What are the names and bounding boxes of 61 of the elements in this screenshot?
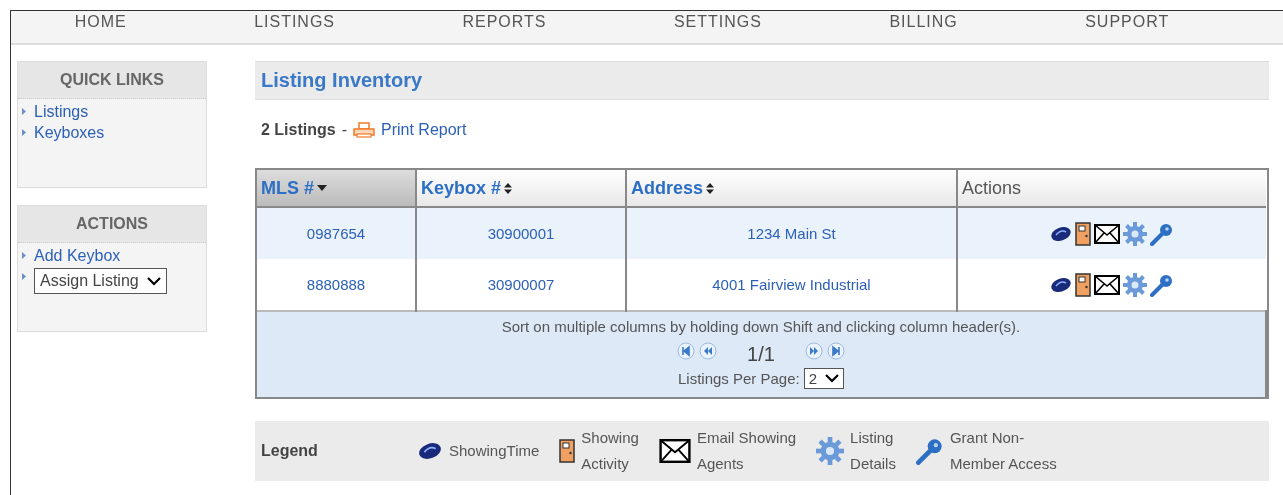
separator: - — [341, 121, 347, 139]
legend-label: Email Showing Agents — [696, 428, 797, 474]
per-page-label: Listings Per Page: — [677, 370, 800, 387]
sidebar-link[interactable]: Add Keybox — [34, 247, 121, 265]
legend-label: Listing Details — [850, 428, 896, 474]
cell-link[interactable]: 30900001 — [487, 225, 555, 242]
door-icon — [559, 439, 576, 463]
next-page-button[interactable] — [804, 341, 823, 360]
oval-logo-icon — [417, 442, 443, 460]
key-icon — [915, 437, 944, 465]
cell-link[interactable]: 8880888 — [306, 276, 366, 293]
print-report-link[interactable]: Print Report — [381, 121, 467, 139]
bullet-icon — [22, 252, 26, 259]
bullet-icon — [22, 129, 26, 136]
key-icon[interactable] — [1150, 221, 1174, 246]
nav-link[interactable]: SETTINGS — [673, 13, 762, 31]
envelope-icon[interactable] — [1094, 274, 1120, 295]
sort-desc-icon — [317, 185, 327, 191]
last-page-button[interactable] — [826, 341, 845, 360]
cell-link[interactable]: 4001 Fairview Industrial — [712, 276, 871, 293]
first-page-button[interactable] — [677, 341, 696, 360]
printer-icon — [353, 122, 375, 138]
page-indicator: 1/1 — [747, 343, 775, 366]
cell-link[interactable]: 1234 Main St — [747, 225, 836, 242]
sidebar-link[interactable]: Listings — [34, 103, 89, 121]
cell-link[interactable]: 30900007 — [487, 276, 555, 293]
nav-link[interactable]: HOME — [74, 13, 127, 31]
sort-icon — [706, 182, 715, 194]
sort-icon — [504, 182, 513, 194]
page-title: Listing Inventory — [255, 61, 1269, 100]
bullet-icon — [22, 108, 26, 115]
sidebar-heading: QUICK LINKS — [18, 62, 206, 99]
oval-logo-icon[interactable] — [1050, 225, 1072, 242]
previous-page-button[interactable] — [699, 341, 718, 360]
column-header[interactable]: Address — [631, 177, 704, 199]
listing-count: 2 Listings — [261, 121, 336, 139]
gear-icon — [816, 437, 845, 465]
action-dropdown[interactable]: Assign Listing — [34, 268, 167, 294]
nav-link[interactable]: BILLING — [889, 13, 958, 31]
sidebar-heading: ACTIONS — [18, 206, 206, 243]
nav-link[interactable]: LISTINGS — [254, 13, 336, 31]
legend-title: Legend — [261, 442, 319, 460]
chevron-down-icon — [146, 276, 161, 286]
legend-label: Showing Activity — [581, 428, 639, 474]
envelope-icon — [658, 439, 691, 463]
per-page-dropdown[interactable]: 2 — [803, 368, 845, 389]
cell-link[interactable]: 0987654 — [306, 225, 366, 242]
legend-label: ShowingTime — [449, 441, 540, 461]
column-header[interactable]: Actions — [962, 177, 1022, 199]
bullet-icon — [22, 273, 26, 280]
nav-link[interactable]: REPORTS — [462, 13, 547, 31]
door-icon[interactable] — [1075, 272, 1091, 297]
sort-hint: Sort on multiple columns by holding down Shift and clicking column header(s). — [500, 318, 1022, 335]
door-icon[interactable] — [1075, 221, 1091, 246]
envelope-icon[interactable] — [1094, 223, 1120, 244]
chevron-down-icon — [825, 374, 840, 383]
nav-link[interactable]: SUPPORT — [1085, 13, 1170, 31]
legend-label: Grant Non- Member Access — [949, 428, 1057, 474]
sidebar-link[interactable]: Keyboxes — [34, 124, 105, 142]
key-icon[interactable] — [1150, 272, 1174, 297]
oval-logo-icon[interactable] — [1050, 276, 1072, 293]
